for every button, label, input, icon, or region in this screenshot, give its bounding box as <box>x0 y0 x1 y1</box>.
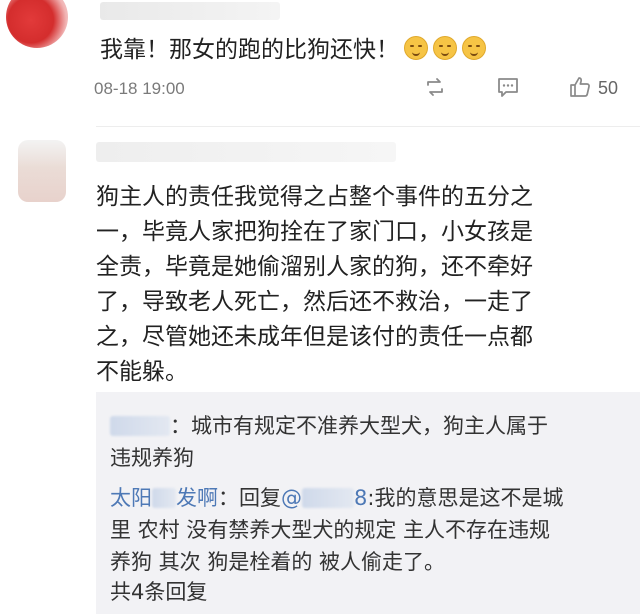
reply-text-line: 养狗 其次 狗是栓着的 被人偷走了。 <box>110 550 446 574</box>
reply-text: ：城市有规定不准养大型犬，狗主人属于 <box>170 414 548 438</box>
comment-line: 一，毕竟人家把狗拴在了家门口，小女孩是 <box>96 219 533 245</box>
reply-username-end[interactable]: 发啊 <box>176 486 218 510</box>
comment-icon[interactable] <box>496 76 520 98</box>
blurred-reply-username[interactable] <box>152 488 176 508</box>
reply-item: 太阳 发啊：回复@ 8:我的意思是这不是城 <box>110 482 563 512</box>
blurred-username[interactable] <box>96 142 396 162</box>
avatar[interactable] <box>6 0 68 48</box>
comment-line: 之，尽管她还未成年但是该付的责任一点都 <box>96 324 533 350</box>
reply-prefix: ：回复 <box>218 486 281 510</box>
comment-text-content: 我靠！那女的跑的比狗还快！ <box>100 37 399 63</box>
comment-line: 全责，毕竟是她偷溜别人家的狗，还不牵好 <box>96 254 533 280</box>
like-count: 50 <box>598 78 619 98</box>
smile-emoji-icon <box>433 36 457 60</box>
repost-icon[interactable] <box>424 76 446 98</box>
thumbs-up-icon[interactable] <box>568 75 592 99</box>
blurred-mention[interactable] <box>302 488 354 508</box>
reply-item: ：城市有规定不准养大型犬，狗主人属于 <box>110 410 548 440</box>
comment-timestamp: 08-18 19:00 <box>94 79 185 98</box>
comment-line: 狗主人的责任我觉得之占整个事件的五分之 <box>96 184 533 210</box>
reply-text-line: 里 农村 没有禁养大型犬的规定 主人不存在违规 <box>110 518 551 542</box>
blurred-reply-username[interactable] <box>110 416 170 436</box>
divider <box>96 126 640 127</box>
more-replies-link[interactable]: 共4条回复 <box>110 576 207 606</box>
mention-at[interactable]: @ <box>281 486 302 510</box>
reply-thread: ：城市有规定不准养大型犬，狗主人属于 违规养狗 太阳 发啊：回复@ 8:我的意思是这… <box>96 392 640 614</box>
mention-end[interactable]: 8 <box>354 486 367 510</box>
reply-item-continued: 违规养狗 <box>110 446 194 470</box>
reply-text: :我的意思是这不是城 <box>367 486 564 510</box>
comment-line: 了，导致老人死亡，然后还不救治，一走了 <box>96 289 533 315</box>
comment-text: 我靠！那女的跑的比狗还快！ <box>100 30 486 64</box>
comment-text: 狗主人的责任我觉得之占整个事件的五分之 一，毕竟人家把狗拴在了家门口，小女孩是 … <box>96 180 616 390</box>
reply-username[interactable]: 太阳 <box>110 486 152 510</box>
smile-emoji-icon <box>404 36 428 60</box>
smile-emoji-icon <box>462 36 486 60</box>
comment-line: 不能躲。 <box>96 359 188 385</box>
blurred-username[interactable] <box>100 2 280 20</box>
avatar[interactable] <box>18 140 66 202</box>
